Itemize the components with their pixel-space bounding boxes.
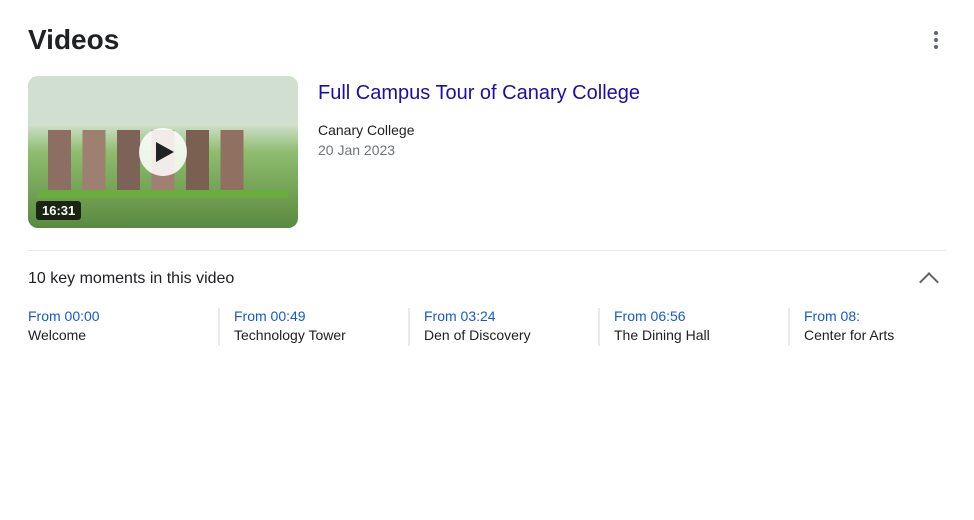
play-icon [156,142,174,162]
moment-timestamp-3[interactable]: From 03:24 [424,308,496,324]
moment-name-2: Technology Tower [234,326,392,346]
section-title: Videos [28,24,119,56]
moment-item: From 03:24 Den of Discovery [408,308,598,346]
video-card: 16:31 Full Campus Tour of Canary College… [28,76,946,228]
moment-timestamp-5[interactable]: From 08: [804,308,860,324]
moment-item-partial: From 08: Center for Arts [788,308,908,346]
three-dots-icon [934,31,938,49]
play-button[interactable] [139,128,187,176]
moment-item: From 00:00 Welcome [28,308,218,346]
moment-item: From 00:49 Technology Tower [218,308,408,346]
moment-item: From 06:56 The Dining Hall [598,308,788,346]
video-info: Full Campus Tour of Canary College Canar… [318,76,640,228]
moments-list: From 00:00 Welcome From 00:49 Technology… [28,308,946,346]
collapse-button[interactable] [918,267,946,290]
chevron-up-icon [922,271,942,283]
moment-timestamp-2[interactable]: From 00:49 [234,308,306,324]
videos-section-header: Videos [28,24,946,56]
key-moments-header: 10 key moments in this video [28,250,946,290]
moment-name-4: The Dining Hall [614,326,772,346]
video-date: 20 Jan 2023 [318,142,640,158]
key-moments-label: 10 key moments in this video [28,270,234,288]
more-options-button[interactable] [926,27,946,53]
moment-timestamp-4[interactable]: From 06:56 [614,308,686,324]
video-duration: 16:31 [36,201,81,220]
video-channel: Canary College [318,122,640,138]
moment-name-1: Welcome [28,326,202,346]
moment-timestamp-1[interactable]: From 00:00 [28,308,100,324]
moment-name-5: Center for Arts [804,326,908,346]
video-thumbnail[interactable]: 16:31 [28,76,298,228]
video-title-link[interactable]: Full Campus Tour of Canary College [318,80,640,106]
moment-name-3: Den of Discovery [424,326,582,346]
